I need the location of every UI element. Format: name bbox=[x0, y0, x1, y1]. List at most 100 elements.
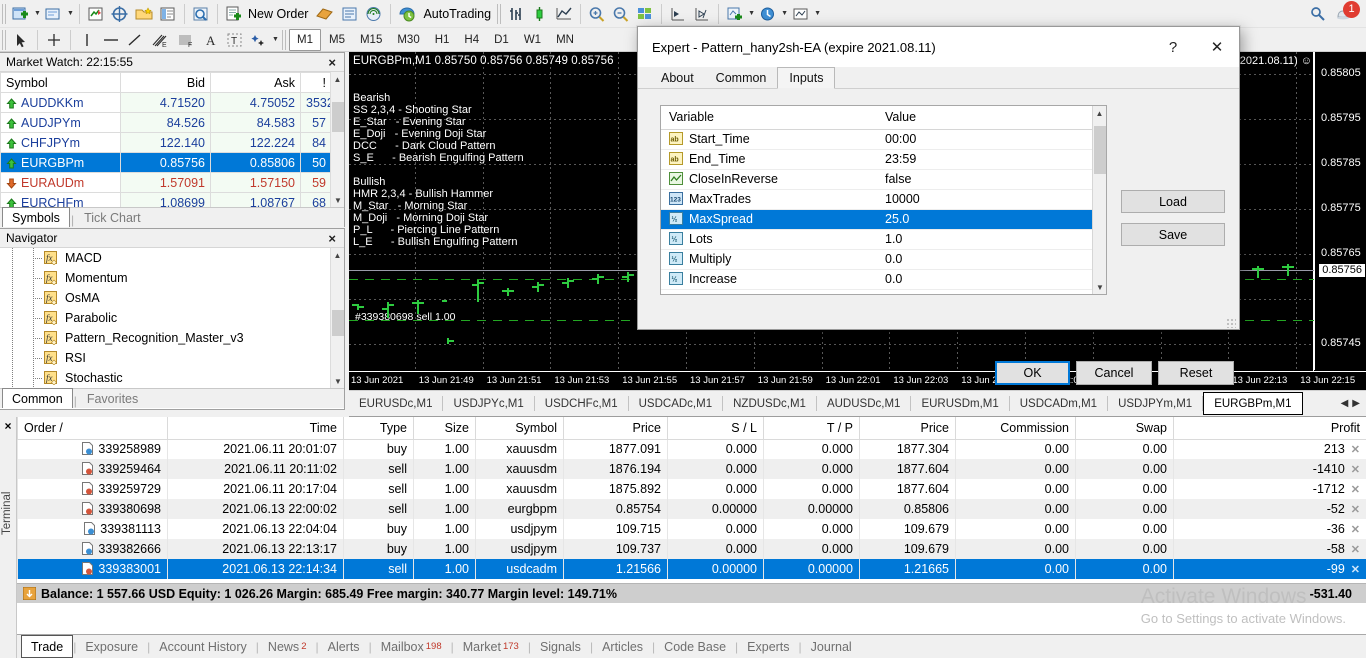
metaeditor-icon[interactable] bbox=[312, 2, 338, 26]
new-order-label[interactable]: New Order bbox=[246, 7, 312, 21]
trade-row[interactable]: 339258989 2021.06.11 20:01:07 buy 1.00 xauus… bbox=[17, 439, 1366, 459]
timeframe-grip[interactable] bbox=[282, 29, 287, 50]
chart-tab-nzdusdcm1[interactable]: NZDUSDc,M1 bbox=[723, 393, 816, 414]
candlestick-chart-icon[interactable] bbox=[528, 2, 552, 26]
navigator-close-icon[interactable]: × bbox=[324, 231, 340, 246]
zoom-in-icon[interactable] bbox=[585, 2, 609, 26]
input-value[interactable]: 23:59 bbox=[877, 149, 1094, 170]
input-value[interactable]: false bbox=[877, 169, 1094, 190]
nav-scroll-down-icon[interactable]: ▼ bbox=[331, 374, 344, 388]
data-window-icon[interactable] bbox=[108, 2, 132, 26]
ok-button[interactable]: OK bbox=[995, 361, 1070, 385]
input-value[interactable]: 10000 bbox=[877, 189, 1094, 210]
trades-col-price[interactable]: Price bbox=[563, 417, 668, 440]
text-label-icon[interactable]: T bbox=[223, 28, 247, 52]
autotrading-icon[interactable] bbox=[395, 2, 421, 26]
trades-col-symbol[interactable]: Symbol bbox=[475, 417, 564, 440]
input-row[interactable]: 123 MaxTrades 10000 bbox=[661, 189, 1094, 210]
input-row[interactable]: ab End_Time 23:59 bbox=[661, 149, 1094, 170]
trade-row[interactable]: 339259729 2021.06.11 20:17:04 sell 1.00 xauu… bbox=[17, 479, 1366, 499]
help-icon[interactable]: ? bbox=[1151, 30, 1195, 64]
chart-tab-usdcadmm1[interactable]: USDCADm,M1 bbox=[1010, 393, 1107, 414]
terminal-tab-account-history[interactable]: Account History bbox=[150, 636, 256, 658]
dialog-resize-grip[interactable] bbox=[1226, 318, 1236, 328]
chart-tab-eurusdcm1[interactable]: EURUSDc,M1 bbox=[349, 393, 442, 414]
input-value[interactable]: 25.0 bbox=[877, 209, 1094, 230]
trades-col-commission[interactable]: Commission bbox=[955, 417, 1076, 440]
chart-tab-usdjpymm1[interactable]: USDJPYm,M1 bbox=[1108, 393, 1202, 414]
dialog-title-bar[interactable]: Expert - Pattern_hany2sh-EA (expire 2021… bbox=[638, 27, 1239, 67]
scroll-thumb[interactable] bbox=[332, 102, 344, 132]
terminal-tab-trade[interactable]: Trade bbox=[21, 635, 74, 658]
close-order-icon[interactable]: ✕ bbox=[1345, 564, 1360, 576]
mw-col-[interactable]: ! bbox=[300, 72, 332, 93]
navigator-item[interactable]: fx RSI bbox=[0, 348, 344, 368]
trades-col-size[interactable]: Size bbox=[413, 417, 476, 440]
market-watch-row[interactable]: EURGBPm 0.85756 0.85806 50 bbox=[0, 152, 332, 173]
trades-col-time[interactable]: Time bbox=[167, 417, 344, 440]
search-icon[interactable] bbox=[1306, 2, 1332, 26]
cursor-icon[interactable] bbox=[9, 28, 33, 52]
input-row[interactable]: ½ Multiply 0.0 bbox=[661, 249, 1094, 270]
mw-tab-tick-chart[interactable]: Tick Chart bbox=[75, 208, 150, 227]
chart-tab-nav[interactable]: ◀ ▶ bbox=[1341, 398, 1366, 409]
market-watch-row[interactable]: AUDJPYm 84.526 84.583 57 bbox=[0, 112, 332, 133]
toolbar-grip[interactable] bbox=[2, 3, 7, 24]
input-value[interactable]: 0.0 bbox=[877, 249, 1094, 270]
market-icon[interactable] bbox=[338, 2, 362, 26]
close-order-icon[interactable]: ✕ bbox=[1345, 484, 1360, 496]
timeframe-m15[interactable]: M15 bbox=[353, 29, 389, 51]
chart-tab-usdchfcm1[interactable]: USDCHFc,M1 bbox=[535, 393, 628, 414]
timeframe-w1[interactable]: W1 bbox=[517, 29, 548, 51]
timeframe-mn[interactable]: MN bbox=[549, 29, 581, 51]
trade-row[interactable]: 339380698 2021.06.13 22:00:02 sell 1.00 eurg… bbox=[17, 499, 1366, 519]
close-order-icon[interactable]: ✕ bbox=[1345, 464, 1360, 476]
mw-col-ask[interactable]: Ask bbox=[210, 72, 301, 93]
timeframe-m5[interactable]: M5 bbox=[322, 29, 352, 51]
profiles-dropdown-icon[interactable]: ▼ bbox=[66, 2, 75, 26]
market-watch-row[interactable]: EURCHFm 1.08699 1.08767 68 bbox=[0, 192, 332, 207]
crosshair-icon[interactable] bbox=[42, 28, 66, 52]
shapes-icon[interactable] bbox=[247, 28, 271, 52]
line-chart-icon[interactable] bbox=[552, 2, 576, 26]
templates-dropdown-icon[interactable]: ▼ bbox=[813, 2, 822, 26]
chart-tab-next-icon[interactable]: ▶ bbox=[1352, 398, 1360, 409]
terminal-tab-signals[interactable]: Signals bbox=[531, 636, 590, 658]
dialog-tab-common[interactable]: Common bbox=[705, 68, 778, 88]
trades-col-swap[interactable]: Swap bbox=[1075, 417, 1174, 440]
chart-shift-icon[interactable] bbox=[666, 2, 690, 26]
terminal-tab-exposure[interactable]: Exposure bbox=[76, 636, 147, 658]
trade-row[interactable]: 339259464 2021.06.11 20:11:02 sell 1.00 xauu… bbox=[17, 459, 1366, 479]
nav-tab-favorites[interactable]: Favorites bbox=[78, 389, 147, 408]
navigator-item[interactable]: fx Momentum bbox=[0, 268, 344, 288]
chart-tab-usdjpycm1[interactable]: USDJPYc,M1 bbox=[443, 393, 533, 414]
terminal-tab-experts[interactable]: Experts bbox=[738, 636, 798, 658]
new-chart-dropdown-icon[interactable]: ▼ bbox=[33, 2, 42, 26]
nav-scroll-thumb[interactable] bbox=[332, 310, 344, 336]
terminal-tab-journal[interactable]: Journal bbox=[802, 636, 861, 658]
inputs-scroll-thumb[interactable] bbox=[1094, 126, 1106, 174]
new-chart-icon[interactable] bbox=[9, 2, 33, 26]
chart-tab-eurgbpmm1[interactable]: EURGBPm,M1 bbox=[1203, 392, 1303, 415]
tile-windows-icon[interactable] bbox=[633, 2, 657, 26]
add-indicator-icon[interactable] bbox=[723, 2, 747, 26]
nav-tab-common[interactable]: Common bbox=[2, 388, 73, 408]
inputs-scroll-down-icon[interactable]: ▼ bbox=[1093, 280, 1106, 294]
input-row[interactable]: ab Start_Time 00:00 bbox=[661, 129, 1094, 150]
input-value[interactable]: 0.0 bbox=[877, 269, 1094, 290]
timeframe-h1[interactable]: H1 bbox=[428, 29, 457, 51]
market-watch-icon[interactable] bbox=[84, 2, 108, 26]
period-dropdown-icon[interactable]: ▼ bbox=[780, 2, 789, 26]
trade-row[interactable]: 339381113 2021.06.13 22:04:04 buy 1.00 usdjp… bbox=[17, 519, 1366, 539]
scroll-up-icon[interactable]: ▲ bbox=[331, 72, 344, 86]
market-watch-row[interactable]: CHFJPYm 122.140 122.224 84 bbox=[0, 132, 332, 153]
signals-icon[interactable] bbox=[362, 2, 386, 26]
dialog-tab-inputs[interactable]: Inputs bbox=[777, 67, 836, 89]
inputs-scroll-up-icon[interactable]: ▲ bbox=[1093, 106, 1106, 120]
scroll-down-icon[interactable]: ▼ bbox=[331, 193, 344, 207]
close-icon[interactable]: ✕ bbox=[1195, 30, 1239, 64]
zoom-out-icon[interactable] bbox=[609, 2, 633, 26]
new-order-icon[interactable] bbox=[222, 2, 246, 26]
trade-row[interactable]: 339383001 2021.06.13 22:14:34 sell 1.00 usdc… bbox=[17, 559, 1366, 579]
save-button[interactable]: Save bbox=[1121, 223, 1225, 246]
